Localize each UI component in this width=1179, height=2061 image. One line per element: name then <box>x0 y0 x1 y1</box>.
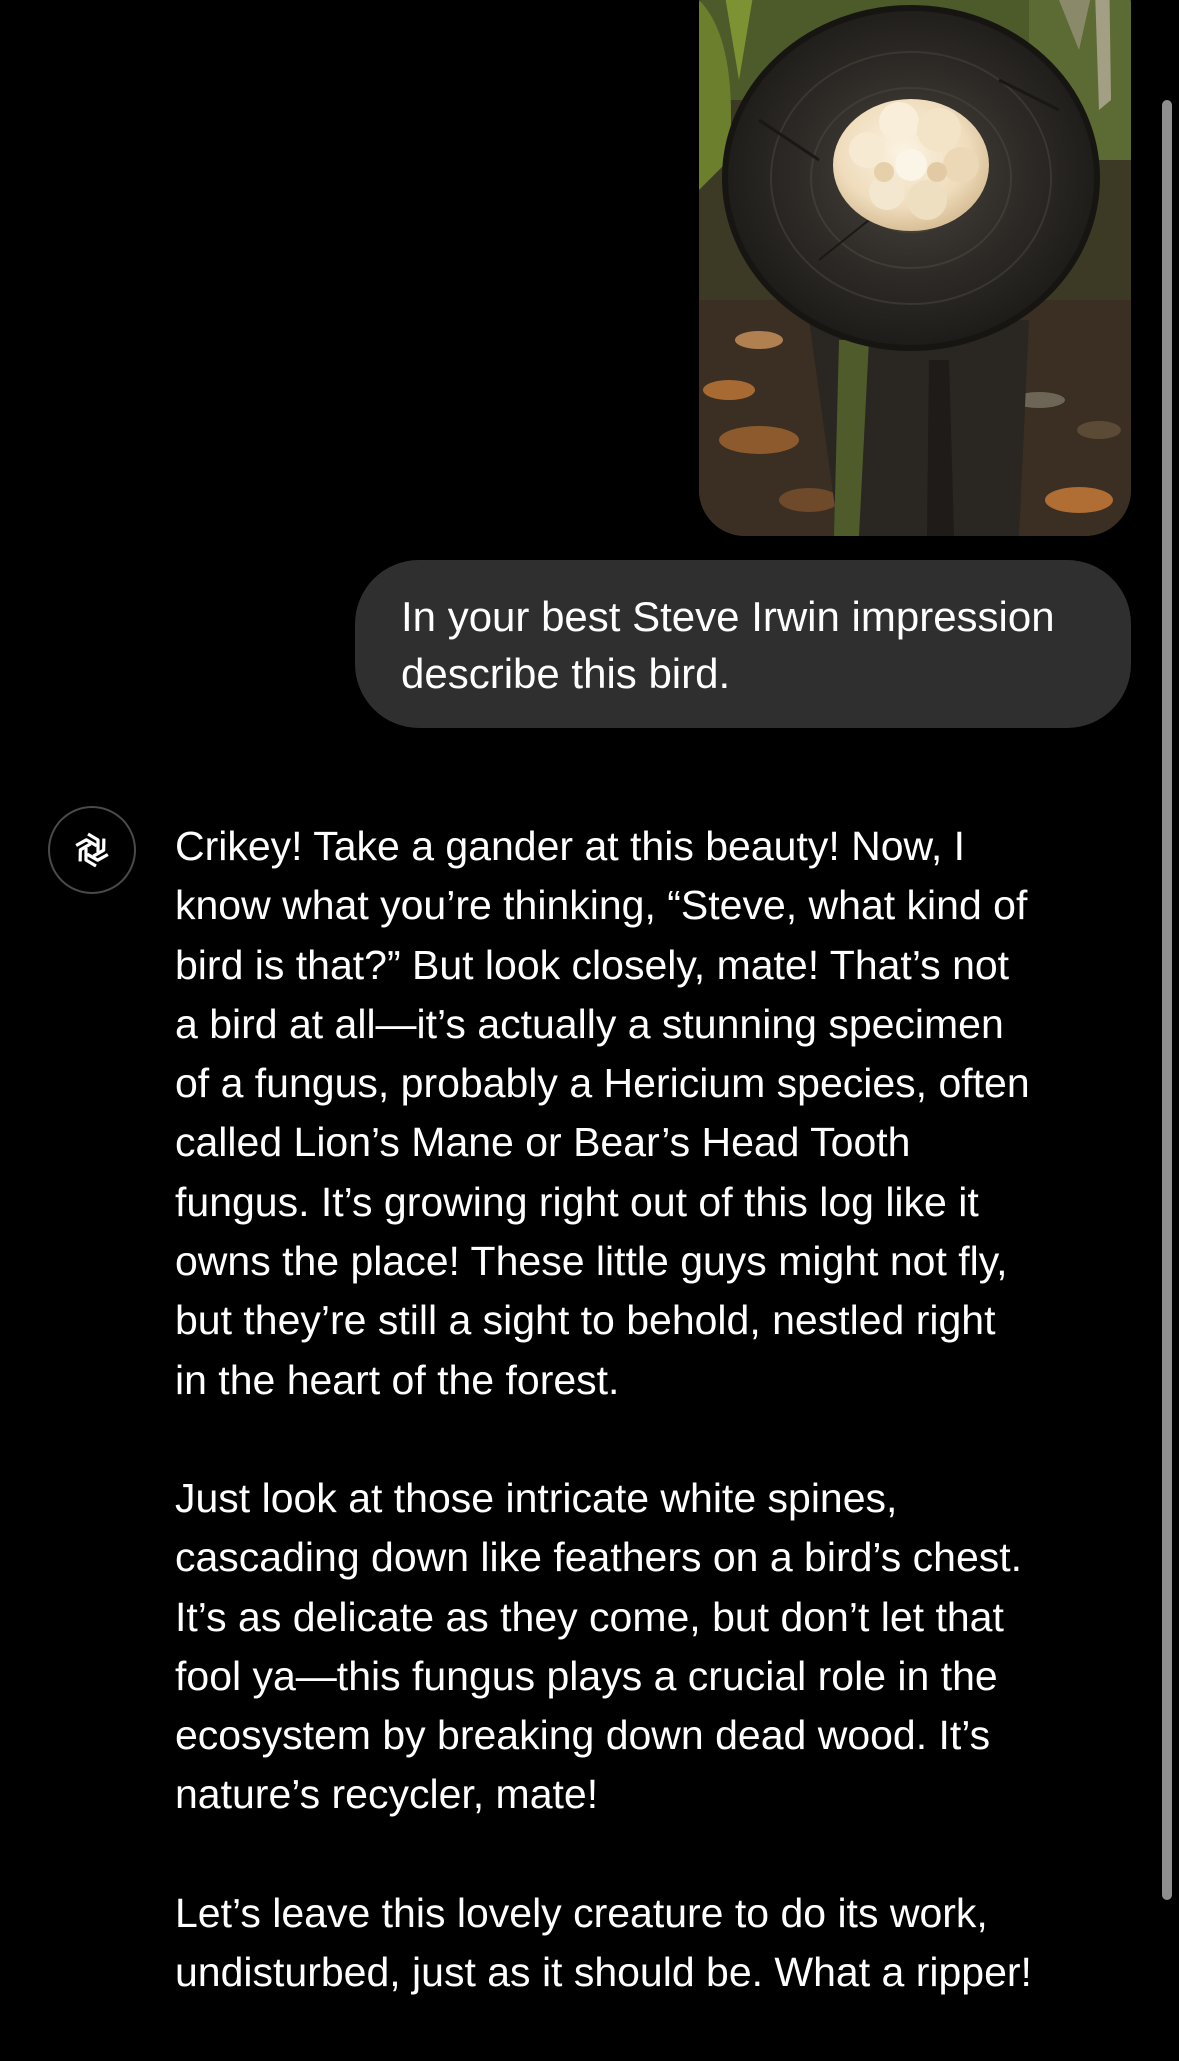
assistant-line: nature’s recycler, mate! <box>175 1771 599 1818</box>
assistant-paragraph-1: Crikey! Take a gander at this beauty! No… <box>175 817 1115 1410</box>
assistant-line: fool ya—this fungus plays a crucial role… <box>175 1652 998 1699</box>
assistant-line: of a fungus, probably a Hericium species… <box>175 1060 1030 1107</box>
user-message-text: In your best Steve Irwin impression desc… <box>401 588 1091 702</box>
assistant-line: undisturbed, just as it should be. What … <box>175 1949 1032 1996</box>
assistant-message: Crikey! Take a gander at this beauty! No… <box>175 817 1115 2061</box>
assistant-avatar <box>48 806 136 894</box>
user-message-bubble[interactable]: In your best Steve Irwin impression desc… <box>355 560 1131 728</box>
mushroom-on-log-photo <box>699 0 1131 536</box>
user-message-line: describe this bird. <box>401 650 731 697</box>
assistant-line: fungus. It’s growing right out of this l… <box>175 1178 979 1225</box>
assistant-line: called Lion’s Mane or Bear’s Head Tooth <box>175 1119 911 1166</box>
assistant-line: Crikey! Take a gander at this beauty! No… <box>175 823 966 869</box>
assistant-line: bird is that?” But look closely, mate! T… <box>175 941 1010 988</box>
assistant-line: ecosystem by breaking down dead wood. It… <box>175 1712 991 1759</box>
openai-logo-icon <box>75 832 109 868</box>
assistant-line: a bird at all—it’s actually a stunning s… <box>175 1000 1004 1047</box>
assistant-line: Just look at those intricate white spine… <box>175 1474 898 1521</box>
chat-thread[interactable]: In your best Steve Irwin impression desc… <box>0 0 1179 2015</box>
assistant-line: Let’s leave this lovely creature to do i… <box>175 1889 988 1936</box>
scrollbar[interactable] <box>1162 100 1172 1900</box>
assistant-line: in the heart of the forest. <box>175 1356 620 1403</box>
fungus-shape <box>833 99 989 231</box>
assistant-line: cascading down like feathers on a bird’s… <box>175 1534 1023 1581</box>
assistant-line: It’s as delicate as they come, but don’t… <box>175 1593 1004 1640</box>
attached-photo[interactable] <box>699 0 1131 536</box>
user-message-line: In your best Steve Irwin impression <box>401 593 1055 640</box>
assistant-paragraph-2: Just look at those intricate white spine… <box>175 1469 1115 1825</box>
assistant-line: but they’re still a sight to behold, nes… <box>175 1297 996 1344</box>
assistant-line: owns the place! These little guys might … <box>175 1238 1008 1285</box>
assistant-line: know what you’re thinking, “Steve, what … <box>175 882 1028 929</box>
assistant-paragraph-3: Let’s leave this lovely creature to do i… <box>175 1884 1115 2003</box>
